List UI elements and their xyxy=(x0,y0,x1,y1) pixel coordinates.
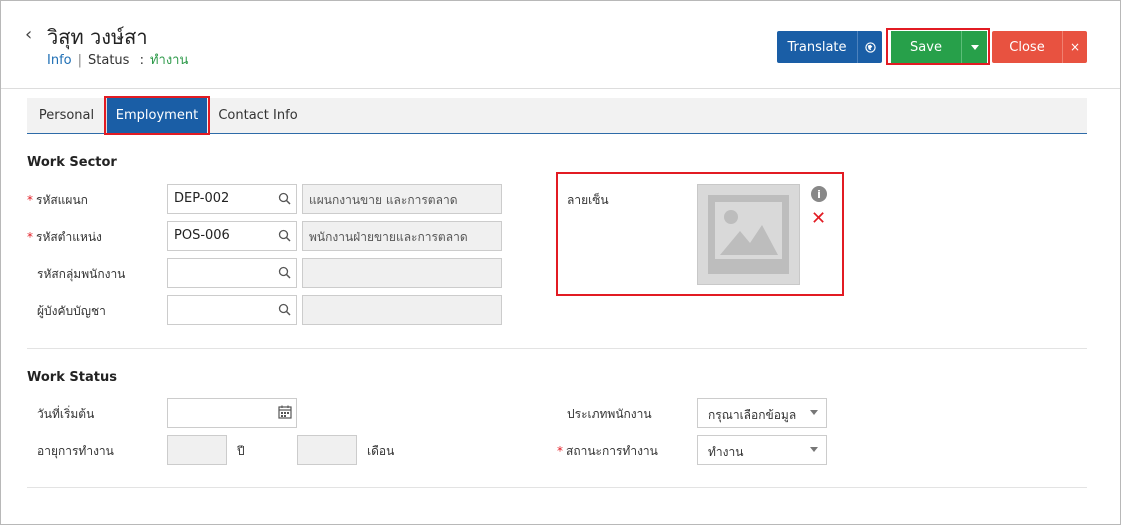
dropdown-caret-icon xyxy=(810,410,818,415)
dropdown-caret-icon xyxy=(810,447,818,452)
work-sector-title: Work Sector xyxy=(27,155,117,170)
position-code-input[interactable]: POS-006 xyxy=(167,221,297,251)
department-name-field: แผนกงานขาย และการตลาด xyxy=(302,184,502,214)
signature-label: ลายเซ็น xyxy=(567,193,609,207)
position-label: * รหัสตำแหน่ง xyxy=(27,230,102,244)
calendar-icon[interactable] xyxy=(278,405,292,419)
required-mark: * xyxy=(557,444,563,458)
months-unit-label: เดือน xyxy=(367,444,395,458)
work-status-select[interactable]: ทำงาน xyxy=(697,435,827,465)
employee-group-input[interactable] xyxy=(167,258,297,288)
search-icon[interactable] xyxy=(278,229,292,243)
tab-bar: Personal Employment Contact Info xyxy=(27,98,1087,134)
employee-group-name-field xyxy=(302,258,502,288)
separator: | xyxy=(77,53,82,68)
globe-icon[interactable] xyxy=(857,31,882,63)
required-mark: * xyxy=(27,230,33,244)
bottom-divider xyxy=(27,487,1087,488)
back-chevron-icon[interactable]: ‹ xyxy=(25,24,32,45)
employee-group-label: รหัสกลุ่มพนักงาน xyxy=(37,267,126,281)
work-status-title: Work Status xyxy=(27,370,117,385)
tenure-months-field xyxy=(297,435,357,465)
tab-employment[interactable]: Employment xyxy=(107,98,207,133)
subtitle-bar: Info | Status : ทำงาน xyxy=(47,49,188,70)
supervisor-name-field xyxy=(302,295,502,325)
status-label: Status xyxy=(88,53,130,68)
close-icon[interactable]: × xyxy=(1062,31,1087,63)
translate-button[interactable]: Translate xyxy=(777,31,857,63)
start-date-label: วันที่เริ่มต้น xyxy=(37,407,95,421)
employee-type-label: ประเภทพนักงาน xyxy=(567,407,652,421)
app-window: ‹ วิสุท วงษ์สา Info | Status : ทำงาน Transl… xyxy=(0,0,1121,525)
info-icon[interactable]: i xyxy=(811,186,827,202)
years-unit-label: ปี xyxy=(237,444,245,458)
image-placeholder-icon xyxy=(708,195,789,274)
tenure-years-field xyxy=(167,435,227,465)
position-name-field: พนักงานฝ่ายขายและการตลาด xyxy=(302,221,502,251)
supervisor-input[interactable] xyxy=(167,295,297,325)
search-icon[interactable] xyxy=(278,266,292,280)
required-mark: * xyxy=(27,193,33,207)
tab-personal[interactable]: Personal xyxy=(27,98,107,133)
signature-image-placeholder[interactable] xyxy=(697,184,800,285)
work-status-label: * สถานะการทำงาน xyxy=(557,444,658,458)
status-value: ทำงาน xyxy=(149,53,189,68)
department-code-input[interactable]: DEP-002 xyxy=(167,184,297,214)
search-icon[interactable] xyxy=(278,303,292,317)
page-header: ‹ วิสุท วงษ์สา Info | Status : ทำงาน Transl… xyxy=(1,1,1120,89)
tenure-label: อายุการทำงาน xyxy=(37,444,114,458)
start-date-input[interactable] xyxy=(167,398,297,428)
close-button[interactable]: Close xyxy=(992,31,1062,63)
status-colon: : xyxy=(139,53,144,68)
save-dropdown-chevron-icon[interactable] xyxy=(961,31,987,63)
employee-type-select[interactable]: กรุณาเลือกข้อมูล xyxy=(697,398,827,428)
save-button[interactable]: Save xyxy=(891,31,961,63)
tab-contact-info[interactable]: Contact Info xyxy=(207,98,309,133)
search-icon[interactable] xyxy=(278,192,292,206)
section-divider xyxy=(27,348,1087,349)
info-link[interactable]: Info xyxy=(47,53,72,68)
delete-icon[interactable]: ✕ xyxy=(811,208,826,229)
department-label: * รหัสแผนก xyxy=(27,193,88,207)
supervisor-label: ผู้บังคับบัญชา xyxy=(37,304,106,318)
